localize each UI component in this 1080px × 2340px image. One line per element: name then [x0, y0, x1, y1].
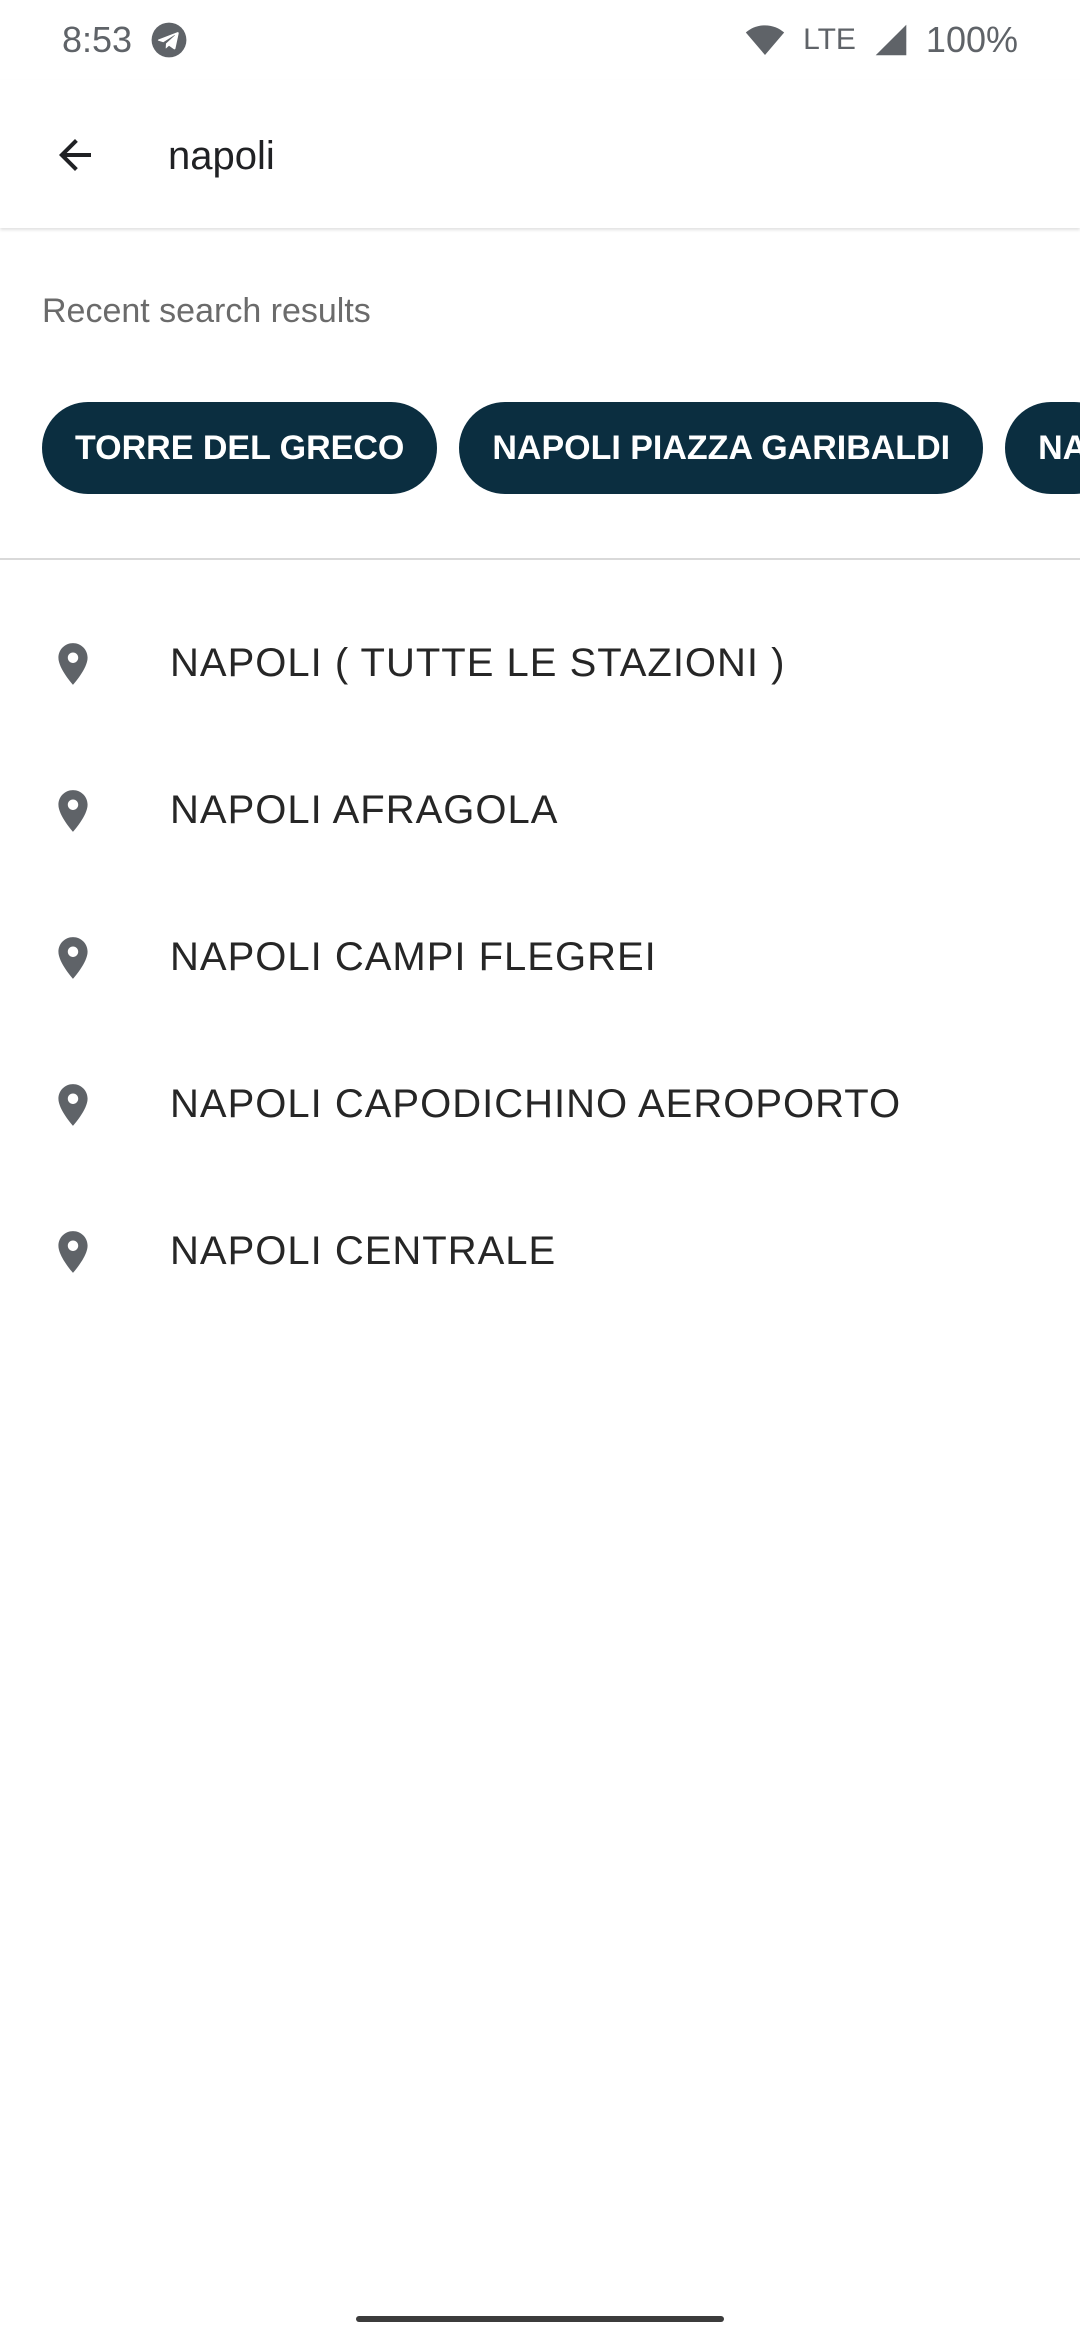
- station-result-item[interactable]: NAPOLI ( TUTTE LE STAZIONI ): [0, 590, 1080, 737]
- station-result-item[interactable]: NAPOLI CENTRALE: [0, 1178, 1080, 1325]
- station-result-label: NAPOLI CAPODICHINO AEROPORTO: [170, 1082, 902, 1126]
- status-time: 8:53: [62, 19, 133, 60]
- recent-searches-title: Recent search results: [42, 292, 371, 330]
- search-input[interactable]: [168, 118, 1028, 194]
- recent-chip[interactable]: TORRE DEL GRECO: [42, 402, 438, 494]
- recent-chip[interactable]: NA: [1005, 402, 1080, 494]
- telegram-icon: [150, 21, 188, 59]
- recent-chips-row[interactable]: TORRE DEL GRECO NAPOLI PIAZZA GARIBALDI …: [0, 402, 1080, 496]
- station-result-label: NAPOLI CAMPI FLEGREI: [170, 935, 657, 979]
- arrow-back-icon: [59, 139, 91, 171]
- recent-chip[interactable]: NAPOLI PIAZZA GARIBALDI: [459, 402, 984, 494]
- location-pin-icon: [58, 1083, 88, 1126]
- station-result-label: NAPOLI AFRAGOLA: [170, 788, 559, 832]
- station-result-label: NAPOLI CENTRALE: [170, 1229, 557, 1273]
- battery-percentage: 100%: [925, 19, 1018, 60]
- status-bar: 8:53 LTE 100%: [0, 0, 1080, 80]
- station-result-label: NAPOLI ( TUTTE LE STAZIONI ): [170, 641, 786, 685]
- status-left: 8:53: [62, 19, 188, 61]
- search-app-bar: [0, 80, 1080, 228]
- station-results-list: NAPOLI ( TUTTE LE STAZIONI ) NAPOLI AFRA…: [0, 590, 1080, 1325]
- location-pin-icon: [58, 789, 88, 832]
- station-result-item[interactable]: NAPOLI CAMPI FLEGREI: [0, 884, 1080, 1031]
- location-pin-icon: [58, 642, 88, 685]
- signal-icon: [874, 23, 908, 57]
- recent-chips-track: TORRE DEL GRECO NAPOLI PIAZZA GARIBALDI …: [0, 402, 1080, 494]
- divider: [0, 558, 1080, 560]
- wifi-icon: [745, 23, 785, 57]
- location-pin-icon: [58, 936, 88, 979]
- station-result-item[interactable]: NAPOLI AFRAGOLA: [0, 737, 1080, 884]
- home-indicator[interactable]: [356, 2316, 724, 2322]
- network-type: LTE: [803, 23, 856, 56]
- station-result-item[interactable]: NAPOLI CAPODICHINO AEROPORTO: [0, 1031, 1080, 1178]
- status-right: LTE 100%: [745, 19, 1018, 61]
- location-pin-icon: [58, 1230, 88, 1273]
- back-button[interactable]: [40, 120, 110, 190]
